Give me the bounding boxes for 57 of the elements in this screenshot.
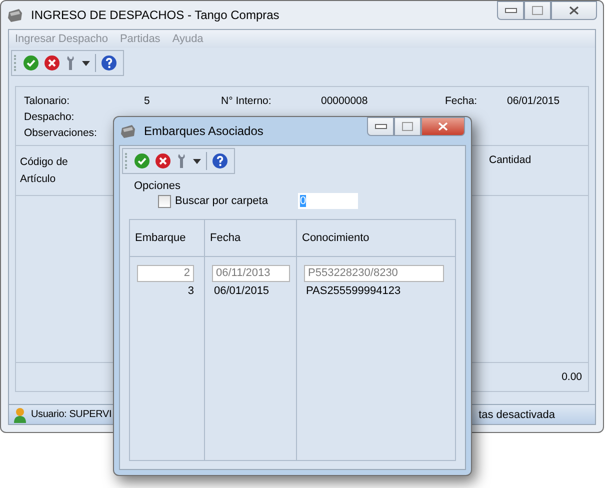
column-header: Cantidad bbox=[489, 154, 532, 168]
field-label: Fecha: bbox=[445, 95, 478, 107]
folder-input-field[interactable]: 0 bbox=[298, 193, 358, 209]
window-title: INGRESO DE DESPACHOS - Tango Compras bbox=[31, 8, 280, 22]
check-icon bbox=[134, 153, 150, 169]
help-icon bbox=[212, 153, 228, 169]
column-header: Conocimiento bbox=[302, 232, 370, 244]
user-icon bbox=[13, 406, 27, 422]
menu-item[interactable]: Ayuda bbox=[172, 33, 204, 45]
close-icon bbox=[569, 6, 579, 15]
cancel-button[interactable] bbox=[155, 153, 171, 169]
maximize-button[interactable] bbox=[394, 117, 421, 136]
field-value: 06/01/2015 bbox=[507, 95, 560, 107]
folder-checkbox[interactable]: Buscar por carpeta bbox=[158, 194, 298, 208]
table-cell-text: PAS255599994123 bbox=[305, 284, 402, 299]
close-icon bbox=[44, 55, 60, 71]
column-header: Embarque bbox=[135, 232, 186, 244]
caret-icon bbox=[193, 158, 201, 164]
field-label: Talonario: bbox=[24, 95, 71, 107]
app-icon bbox=[120, 123, 136, 139]
menu-item[interactable]: Partidas bbox=[120, 33, 160, 45]
column-header: Fecha bbox=[210, 232, 241, 244]
field-label: Observaciones: bbox=[24, 127, 97, 139]
status-text: tas desactivada bbox=[478, 408, 555, 420]
table-cell-field[interactable]: 2 bbox=[137, 265, 194, 282]
dropdown-button[interactable] bbox=[193, 158, 201, 164]
table-cell-field[interactable]: 06/11/2013 bbox=[212, 265, 290, 282]
maximize-button[interactable] bbox=[524, 1, 551, 20]
close-button[interactable] bbox=[421, 117, 465, 136]
total-value: 0.00 bbox=[562, 371, 582, 383]
close-icon bbox=[155, 153, 171, 169]
field-value: 5 bbox=[144, 95, 151, 107]
caret-icon bbox=[82, 60, 90, 66]
table-cell-field[interactable]: P553228230/8230 bbox=[304, 265, 444, 282]
accept-button[interactable] bbox=[134, 153, 150, 169]
options-label: Opciones bbox=[134, 180, 182, 192]
help-button[interactable] bbox=[101, 55, 117, 71]
table-cell-text: 3 bbox=[186, 284, 194, 299]
table-cell-text: 06/01/2015 bbox=[213, 284, 270, 299]
window-title: Embarques Asociados bbox=[144, 124, 264, 138]
dropdown-button[interactable] bbox=[82, 60, 90, 66]
close-button[interactable] bbox=[551, 1, 597, 20]
status-text: Usuario: SUPERVI bbox=[31, 409, 112, 420]
close-icon bbox=[438, 122, 448, 131]
minimize-button[interactable] bbox=[367, 117, 394, 136]
field-label: N° Interno: bbox=[221, 95, 272, 107]
accept-button[interactable] bbox=[23, 55, 39, 71]
field-value: 00000008 bbox=[321, 95, 369, 107]
cancel-button[interactable] bbox=[44, 55, 60, 71]
minimize-button[interactable] bbox=[497, 1, 524, 20]
column-header: Código de Artículo bbox=[20, 155, 69, 187]
field-label: Despacho: bbox=[24, 111, 74, 123]
check-icon bbox=[23, 55, 39, 71]
help-button[interactable] bbox=[212, 153, 228, 169]
help-icon bbox=[101, 55, 117, 71]
menu-item[interactable]: Ingresar Despacho bbox=[15, 33, 108, 45]
app-icon bbox=[7, 7, 23, 23]
